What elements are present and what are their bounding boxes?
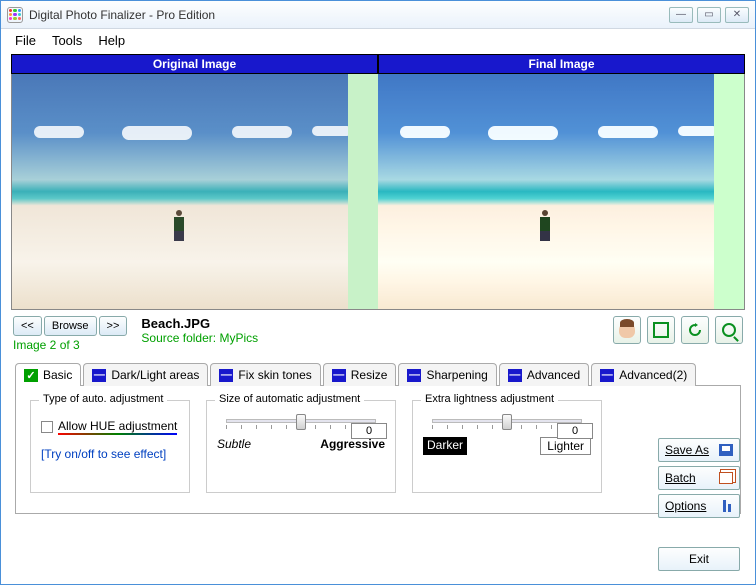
dash-icon — [508, 369, 522, 382]
size-right-label: Aggressive — [320, 437, 385, 451]
next-image-button[interactable]: >> — [99, 316, 128, 336]
menu-help[interactable]: Help — [98, 33, 125, 48]
size-value-input[interactable]: 0 — [351, 423, 387, 439]
options-icon — [721, 500, 733, 512]
allow-hue-checkbox[interactable] — [41, 421, 53, 433]
tabs-container: Basic Dark/Light areas Fix skin tones Re… — [15, 362, 741, 514]
face-button[interactable] — [613, 316, 641, 344]
dash-icon — [92, 369, 106, 382]
tab-basic[interactable]: Basic — [15, 363, 81, 386]
light-left-label: Darker — [423, 437, 467, 455]
menu-file[interactable]: File — [15, 33, 36, 48]
tab-label: Fix skin tones — [238, 368, 311, 382]
tab-advanced-2[interactable]: Advanced(2) — [591, 363, 696, 386]
dash-icon — [600, 369, 614, 382]
group-title: Size of automatic adjustment — [215, 393, 364, 405]
final-image-panel — [378, 74, 744, 309]
button-label: Options — [665, 499, 706, 513]
source-folder-label: Source folder: MyPics — [141, 331, 258, 345]
exit-button[interactable]: Exit — [658, 547, 740, 571]
light-right-label: Lighter — [540, 437, 591, 455]
group-title: Type of auto. adjustment — [39, 393, 167, 405]
browse-button[interactable]: Browse — [44, 316, 97, 336]
light-value-input[interactable]: 0 — [557, 423, 593, 439]
options-button[interactable]: Options — [658, 494, 740, 518]
rotate-icon — [687, 322, 703, 338]
window-title: Digital Photo Finalizer - Pro Edition — [29, 8, 669, 22]
minimize-button[interactable]: — — [669, 7, 693, 23]
button-label: Batch — [665, 471, 696, 485]
menubar: File Tools Help — [1, 29, 755, 54]
face-icon — [619, 322, 635, 338]
preview-area: Original Image Final Image — [11, 54, 745, 310]
crop-button[interactable] — [647, 316, 675, 344]
tab-content-basic: Type of auto. adjustment Allow HUE adjus… — [15, 386, 741, 514]
save-as-button[interactable]: Save As — [658, 438, 740, 462]
button-label: Save As — [665, 443, 709, 457]
tab-dark-light[interactable]: Dark/Light areas — [83, 363, 208, 386]
dash-icon — [219, 369, 233, 382]
rotate-button[interactable] — [681, 316, 709, 344]
group-title: Extra lightness adjustment — [421, 393, 558, 405]
group-lightness-adjustment: Extra lightness adjustment 0 Darker Ligh… — [412, 400, 602, 493]
app-logo-icon — [7, 7, 23, 23]
slider-thumb[interactable] — [296, 414, 306, 430]
size-left-label: Subtle — [217, 437, 251, 451]
crop-icon — [653, 322, 669, 338]
tab-skin-tones[interactable]: Fix skin tones — [210, 363, 320, 386]
hue-hint: [Try on/off to see effect] — [41, 447, 179, 461]
tab-label: Basic — [43, 368, 72, 382]
titlebar: Digital Photo Finalizer - Pro Edition — … — [1, 1, 755, 29]
menu-tools[interactable]: Tools — [52, 33, 82, 48]
disk-icon — [719, 444, 733, 456]
tab-label: Advanced — [527, 368, 580, 382]
prev-image-button[interactable]: << — [13, 316, 42, 336]
tab-sharpening[interactable]: Sharpening — [398, 363, 496, 386]
tab-row: Basic Dark/Light areas Fix skin tones Re… — [15, 362, 741, 386]
original-image-header: Original Image — [11, 54, 378, 74]
zoom-icon — [722, 323, 736, 337]
group-type-adjustment: Type of auto. adjustment Allow HUE adjus… — [30, 400, 190, 493]
slider-thumb[interactable] — [502, 414, 512, 430]
tab-label: Dark/Light areas — [111, 368, 199, 382]
zoom-button[interactable] — [715, 316, 743, 344]
image-counter: Image 2 of 3 — [13, 338, 127, 352]
check-icon — [24, 369, 38, 382]
tab-label: Advanced(2) — [619, 368, 687, 382]
original-image-panel — [12, 74, 378, 309]
close-button[interactable]: ✕ — [725, 7, 749, 23]
toolbar-row: << Browse >> Image 2 of 3 Beach.JPG Sour… — [13, 316, 743, 352]
group-size-adjustment: Size of automatic adjustment 0 Subtle Ag… — [206, 400, 396, 493]
dash-icon — [332, 369, 346, 382]
tab-advanced[interactable]: Advanced — [499, 363, 589, 386]
allow-hue-label: Allow HUE adjustment — [58, 419, 177, 435]
batch-icon — [719, 472, 733, 484]
batch-button[interactable]: Batch — [658, 466, 740, 490]
maximize-button[interactable]: ▭ — [697, 7, 721, 23]
filename-label: Beach.JPG — [141, 316, 258, 331]
final-image-header: Final Image — [378, 54, 745, 74]
tab-label: Resize — [351, 368, 388, 382]
tab-resize[interactable]: Resize — [323, 363, 397, 386]
dash-icon — [407, 369, 421, 382]
tab-label: Sharpening — [426, 368, 487, 382]
